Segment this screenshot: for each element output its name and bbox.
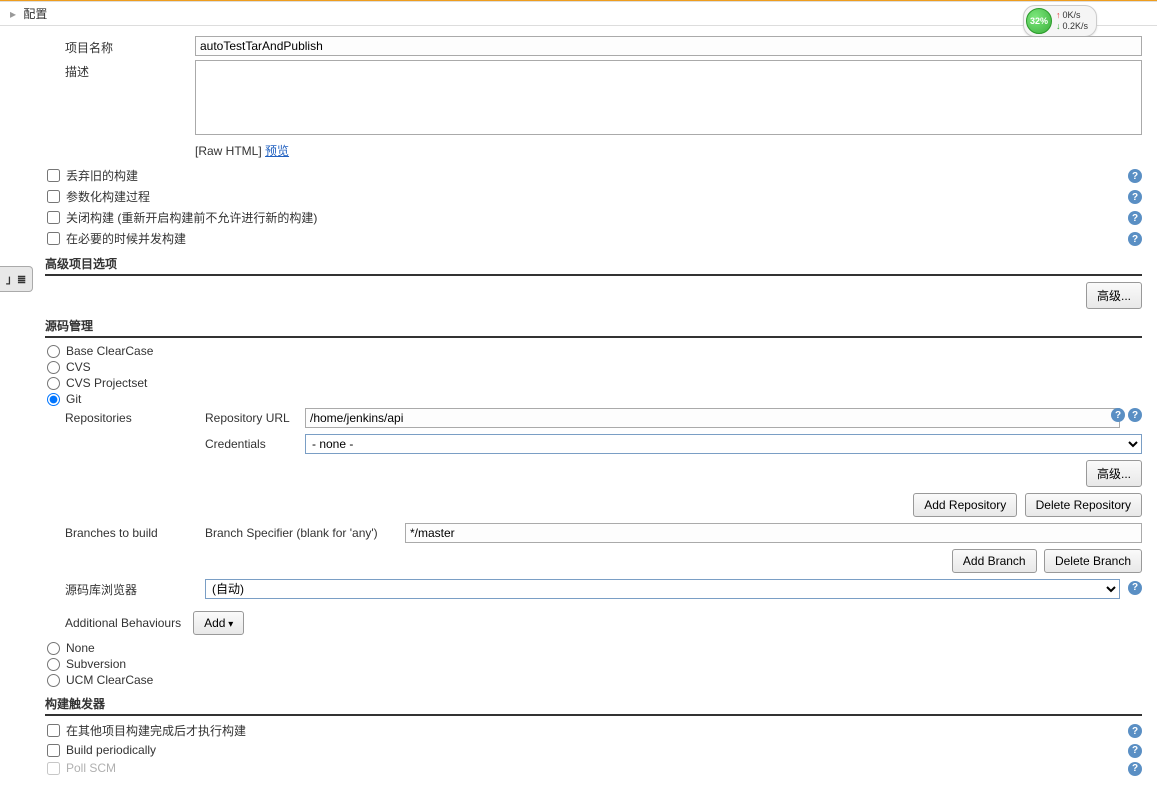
description-label: 描述 (65, 60, 195, 80)
scm-git-radio[interactable] (47, 393, 60, 406)
help-icon[interactable]: ? (1128, 724, 1142, 738)
scm-ucm-clearcase-label: UCM ClearCase (66, 673, 153, 687)
parameterized-label: 参数化构建过程 (66, 188, 1120, 205)
build-after-label: 在其他项目构建完成后才执行构建 (66, 722, 1120, 739)
help-icon[interactable]: ? (1128, 762, 1142, 776)
scm-subversion-label: Subversion (66, 657, 126, 671)
repositories-label: Repositories (65, 411, 205, 425)
help-icon[interactable]: ? (1128, 211, 1142, 225)
scm-git-label: Git (66, 392, 81, 406)
build-periodically-checkbox[interactable] (47, 744, 60, 757)
help-icon[interactable]: ? (1128, 744, 1142, 758)
scm-none-radio[interactable] (47, 642, 60, 655)
scm-cvs-radio[interactable] (47, 361, 60, 374)
build-after-checkbox[interactable] (47, 724, 60, 737)
repo-url-input[interactable] (305, 408, 1120, 428)
discard-old-builds-label: 丢弃旧的构建 (66, 167, 1120, 184)
branch-specifier-input[interactable] (405, 523, 1142, 543)
credentials-label: Credentials (205, 437, 305, 451)
advanced-project-section-header: 高级项目选项 (45, 255, 1142, 276)
scm-section-header: 源码管理 (45, 317, 1142, 338)
branch-specifier-label: Branch Specifier (blank for 'any') (205, 526, 405, 540)
network-speed-up: 0K/s (1056, 10, 1088, 21)
scm-none-label: None (66, 641, 95, 655)
help-icon[interactable]: ? (1128, 232, 1142, 246)
raw-html-prefix: [Raw HTML] (195, 144, 262, 158)
help-icon[interactable]: ? (1128, 581, 1142, 595)
poll-scm-checkbox[interactable] (47, 762, 60, 775)
description-textarea[interactable] (195, 60, 1142, 135)
project-name-label: 项目名称 (65, 36, 195, 56)
discard-old-builds-checkbox[interactable] (47, 169, 60, 182)
repo-url-label: Repository URL (205, 411, 305, 425)
add-repository-button[interactable]: Add Repository (913, 493, 1017, 517)
scm-cvs-projectset-label: CVS Projectset (66, 376, 147, 390)
build-periodically-label: Build periodically (66, 743, 1120, 757)
disable-build-checkbox[interactable] (47, 211, 60, 224)
credentials-select[interactable]: - none - (305, 434, 1142, 454)
poll-scm-label: Poll SCM (66, 761, 1120, 775)
help-icon[interactable]: ? (1128, 408, 1142, 422)
side-tab[interactable]: 」≣ (0, 266, 33, 292)
parameterized-checkbox[interactable] (47, 190, 60, 203)
scm-cvs-projectset-radio[interactable] (47, 377, 60, 390)
add-branch-button[interactable]: Add Branch (952, 549, 1037, 573)
help-icon[interactable]: ? (1111, 408, 1125, 422)
scm-cvs-label: CVS (66, 360, 91, 374)
scm-ucm-clearcase-radio[interactable] (47, 674, 60, 687)
branches-label: Branches to build (65, 526, 205, 540)
delete-repository-button[interactable]: Delete Repository (1025, 493, 1142, 517)
delete-branch-button[interactable]: Delete Branch (1044, 549, 1142, 573)
scm-base-clearcase-radio[interactable] (47, 345, 60, 358)
breadcrumb-arrow-icon: ▸ (10, 7, 16, 21)
concurrent-checkbox[interactable] (47, 232, 60, 245)
disable-build-label: 关闭构建 (重新开启构建前不允许进行新的构建) (66, 209, 1120, 226)
help-icon[interactable]: ? (1128, 190, 1142, 204)
project-name-input[interactable] (195, 36, 1142, 56)
concurrent-label: 在必要的时候并发构建 (66, 230, 1120, 247)
advanced-button[interactable]: 高级... (1086, 282, 1142, 309)
triggers-section-header: 构建触发器 (45, 695, 1142, 716)
additional-behaviours-label: Additional Behaviours (65, 616, 181, 630)
scm-subversion-radio[interactable] (47, 658, 60, 671)
add-behaviour-button[interactable]: Add (193, 611, 244, 635)
git-advanced-button[interactable]: 高级... (1086, 460, 1142, 487)
scm-base-clearcase-label: Base ClearCase (66, 344, 153, 358)
breadcrumb-title: 配置 (23, 7, 47, 21)
help-icon[interactable]: ? (1128, 169, 1142, 183)
repo-browser-label: 源码库浏览器 (65, 581, 205, 598)
repo-browser-select[interactable]: (自动) (205, 579, 1120, 599)
breadcrumb: ▸ 配置 32% 0K/s 0.2K/s (0, 2, 1157, 26)
preview-link[interactable]: 预览 (265, 144, 289, 158)
